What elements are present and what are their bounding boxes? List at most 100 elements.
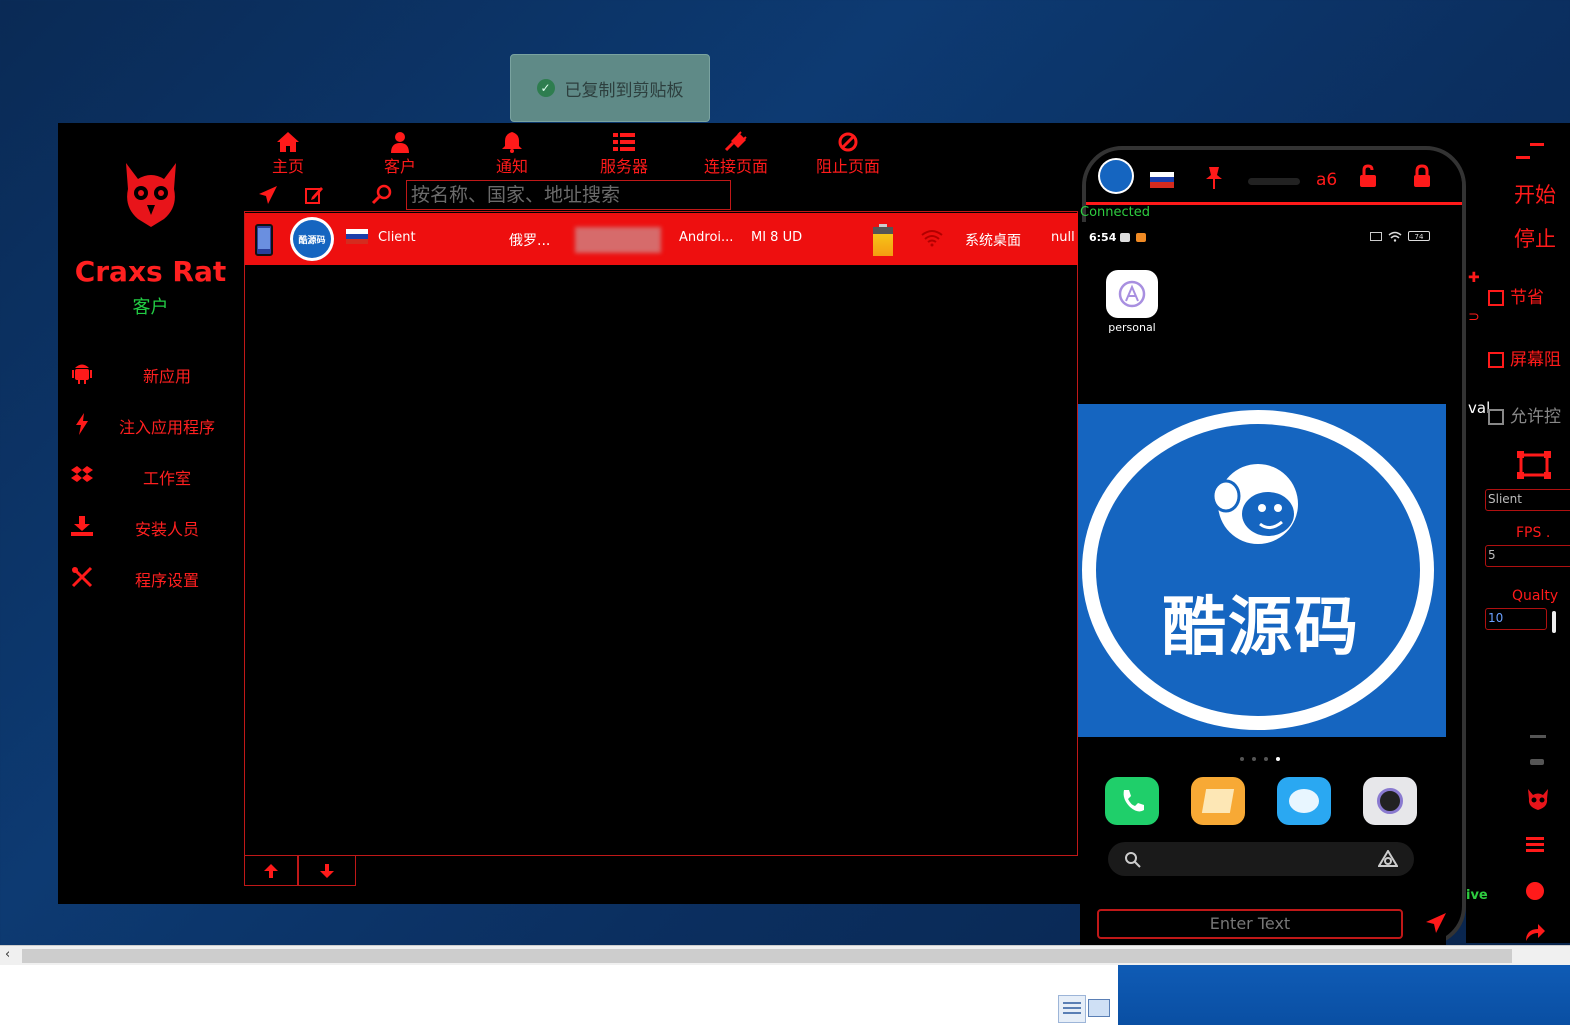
scroll-down-button[interactable] (298, 855, 356, 886)
dropbox-icon (68, 465, 96, 490)
client-extra: null (1051, 230, 1075, 245)
phone-time: 6:54 (1089, 231, 1117, 244)
block-icon (838, 132, 858, 152)
quality-input[interactable]: 10 (1485, 608, 1547, 630)
divider-line (1530, 735, 1546, 738)
tab-label: 主页 (271, 157, 304, 176)
redo-arrow-icon[interactable] (1524, 923, 1546, 941)
save-checkbox[interactable]: 节省 (1488, 283, 1544, 308)
device-code: a6 (1316, 170, 1338, 190)
monkey-logo-icon (1211, 464, 1298, 544)
fps-select[interactable]: 5 (1485, 545, 1570, 567)
sidebar-item-label: 程序设置 (134, 571, 199, 590)
brand-subtitle: 客户 (132, 297, 169, 318)
client-os: Androi... (679, 230, 734, 245)
details-view-icon[interactable] (1058, 995, 1086, 1023)
server-list-icon (613, 133, 635, 151)
avatar-text: 酷源码 (293, 220, 331, 258)
messages-app-icon[interactable] (1277, 777, 1331, 825)
wifi-status-icon (1388, 231, 1402, 242)
home-icon (277, 132, 299, 152)
allow-control-checkbox[interactable]: 允许控 (1488, 402, 1561, 427)
wallpaper: 酷源码 (1078, 404, 1446, 737)
start-button[interactable]: 开始 (1514, 179, 1556, 209)
assistant-icon (1378, 850, 1398, 867)
tab-block-page[interactable]: 阻止页面 (803, 131, 893, 177)
android-icon (68, 362, 96, 389)
sidebar-item-label: 工作室 (142, 469, 191, 488)
phone-mirror: a6 Connected 6:54 74 personal 酷源码 Enter … (1078, 146, 1468, 947)
tab-label: 客户 (383, 157, 416, 176)
wifi-icon (921, 230, 943, 247)
phone-search-bar[interactable] (1108, 842, 1414, 876)
app-label: personal (1108, 321, 1156, 334)
mode-select[interactable]: Slient (1485, 489, 1570, 511)
owl-mini-icon[interactable] (1526, 787, 1550, 811)
table-row[interactable]: 酷源码 Client 俄罗... Androi... MI 8 UD 系统桌面 … (245, 213, 1078, 265)
russia-flag-icon (346, 229, 368, 244)
tab-home[interactable]: 主页 (243, 131, 333, 177)
app-notification-icon (1136, 233, 1146, 242)
battery-icon (873, 224, 893, 256)
sidebar-item-studio[interactable]: 工作室 (68, 462, 238, 492)
screen-capture-icon[interactable] (1516, 450, 1552, 480)
pin-icon[interactable] (1204, 166, 1224, 190)
client-model: MI 8 UD (751, 230, 803, 245)
unlock-icon[interactable] (1358, 164, 1378, 188)
side-icon-b[interactable]: ⊃ (1468, 309, 1480, 325)
search-input[interactable] (406, 180, 731, 210)
tab-label: 连接页面 (703, 157, 768, 176)
lock-icon[interactable] (1412, 164, 1432, 188)
sidebar: Craxs Rat 客户 新应用 注入应用程序 工作室 安装人员 程序设置 (58, 123, 243, 904)
tab-notifications[interactable]: 通知 (467, 131, 557, 177)
notch (1248, 178, 1300, 185)
bell-icon (502, 132, 522, 153)
record-icon[interactable] (1526, 882, 1544, 900)
send-icon[interactable] (258, 185, 278, 205)
tab-label: 阻止页面 (815, 157, 880, 176)
stop-button[interactable]: 停止 (1514, 223, 1556, 253)
user-icon (391, 132, 409, 153)
tab-servers[interactable]: 服务器 (579, 131, 669, 177)
camera-app-icon[interactable] (1363, 777, 1417, 825)
preview-view-icon[interactable] (1088, 999, 1110, 1017)
screen-block-checkbox[interactable]: 屏幕阻 (1488, 345, 1561, 370)
phone-screen[interactable]: 6:54 74 personal 酷源码 Enter Text (1078, 222, 1447, 947)
notes-app-icon[interactable] (1191, 777, 1245, 825)
minimize-icon[interactable] (1530, 143, 1544, 146)
minimize-bar-icon (1516, 156, 1530, 159)
clipboard-toast: ✓ 已复制到剪贴板 (510, 54, 710, 122)
edit-icon[interactable] (304, 185, 324, 205)
sidebar-item-settings[interactable]: 程序设置 (68, 564, 238, 594)
personal-app-icon[interactable] (1106, 270, 1158, 318)
device-avatar (1098, 158, 1134, 194)
tab-clients[interactable]: 客户 (355, 131, 445, 177)
desktop-background-strip (1118, 965, 1570, 1025)
phone-app-icon[interactable] (1105, 777, 1159, 825)
screen-block-label: 屏幕阻 (1510, 350, 1561, 370)
tab-connection-page[interactable]: 连接页面 (691, 131, 781, 177)
plug-icon (724, 131, 747, 152)
enter-text-input[interactable]: Enter Text (1097, 909, 1403, 939)
ip-redacted (575, 227, 661, 253)
sidebar-item-new-app[interactable]: 新应用 (68, 360, 238, 390)
small-toggle[interactable] (1530, 759, 1544, 765)
wallpaper-text: 酷源码 (1162, 591, 1360, 665)
avatar: 酷源码 (290, 217, 334, 261)
scrollbar-thumb[interactable] (22, 949, 1512, 963)
owl-logo-icon (126, 163, 176, 227)
menu-icon[interactable] (1526, 837, 1544, 852)
sidebar-item-inject-app[interactable]: 注入应用程序 (68, 411, 238, 441)
quality-slider-handle[interactable] (1552, 611, 1556, 633)
send-text-icon[interactable] (1425, 912, 1447, 934)
allow-control-label: 允许控 (1510, 407, 1561, 427)
sidebar-item-label: 新应用 (142, 367, 191, 386)
scroll-up-button[interactable] (244, 855, 298, 886)
brand-name: Craxs Rat (74, 255, 227, 288)
fps-label: FPS . (1516, 525, 1551, 541)
sidebar-item-installer[interactable]: 安装人员 (68, 513, 238, 543)
side-icon-a[interactable]: ✚ (1468, 270, 1480, 286)
phone-device-icon (255, 224, 273, 256)
horizontal-scrollbar[interactable]: ‹ (0, 945, 1570, 966)
scroll-left-icon[interactable]: ‹ (5, 947, 10, 962)
